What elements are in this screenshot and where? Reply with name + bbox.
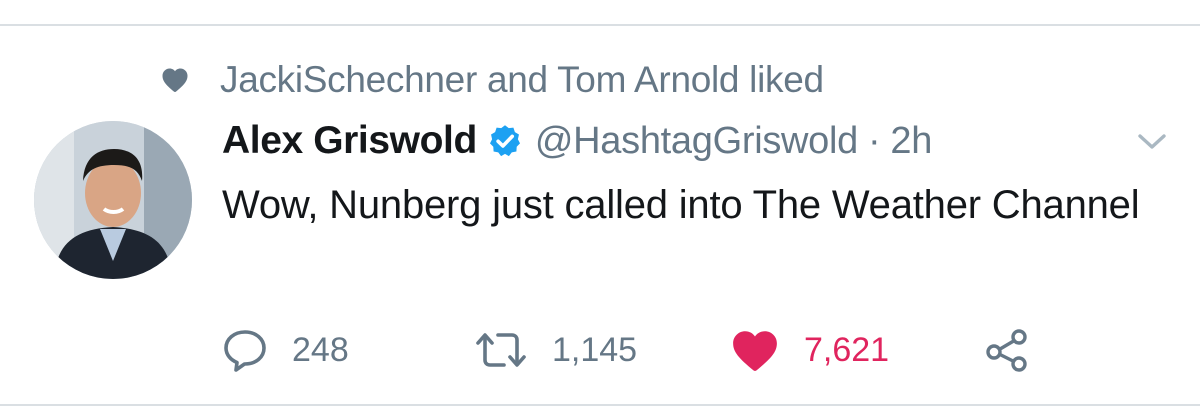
- author-display-name[interactable]: Alex Griswold: [222, 119, 477, 163]
- tweet-header: Alex Griswold @HashtagGriswold · 2h: [222, 112, 932, 170]
- share-icon: [986, 329, 1027, 372]
- reply-button[interactable]: 248: [222, 322, 349, 378]
- heart-icon: [733, 331, 777, 371]
- social-context[interactable]: JackiSchechner and Tom Arnold liked: [160, 56, 824, 104]
- reply-count: 248: [292, 330, 349, 369]
- like-button[interactable]: 7,621: [730, 322, 889, 378]
- like-count: 7,621: [804, 330, 890, 369]
- verified-badge-icon: [489, 125, 520, 157]
- heart-icon: [162, 68, 188, 92]
- tweet-text: Wow, Nunberg just called into The Weathe…: [222, 183, 1140, 227]
- avatar-photo: [34, 121, 192, 279]
- tweet-timestamp[interactable]: 2h: [890, 120, 932, 163]
- retweet-button[interactable]: 1,145: [474, 322, 637, 378]
- chevron-down-icon[interactable]: [1136, 130, 1168, 154]
- reply-icon: [224, 330, 266, 372]
- retweet-count: 1,145: [552, 330, 638, 369]
- retweet-icon: [476, 333, 526, 367]
- tweet-actions: 248 1,145 7,621: [222, 322, 1122, 378]
- avatar[interactable]: [34, 121, 192, 279]
- separator-dot: ·: [868, 119, 881, 162]
- author-handle[interactable]: @HashtagGriswold: [535, 120, 858, 163]
- top-divider: [0, 24, 1200, 26]
- social-context-text[interactable]: JackiSchechner and Tom Arnold liked: [220, 59, 824, 101]
- share-button[interactable]: [984, 322, 1030, 378]
- bottom-divider: [0, 404, 1200, 406]
